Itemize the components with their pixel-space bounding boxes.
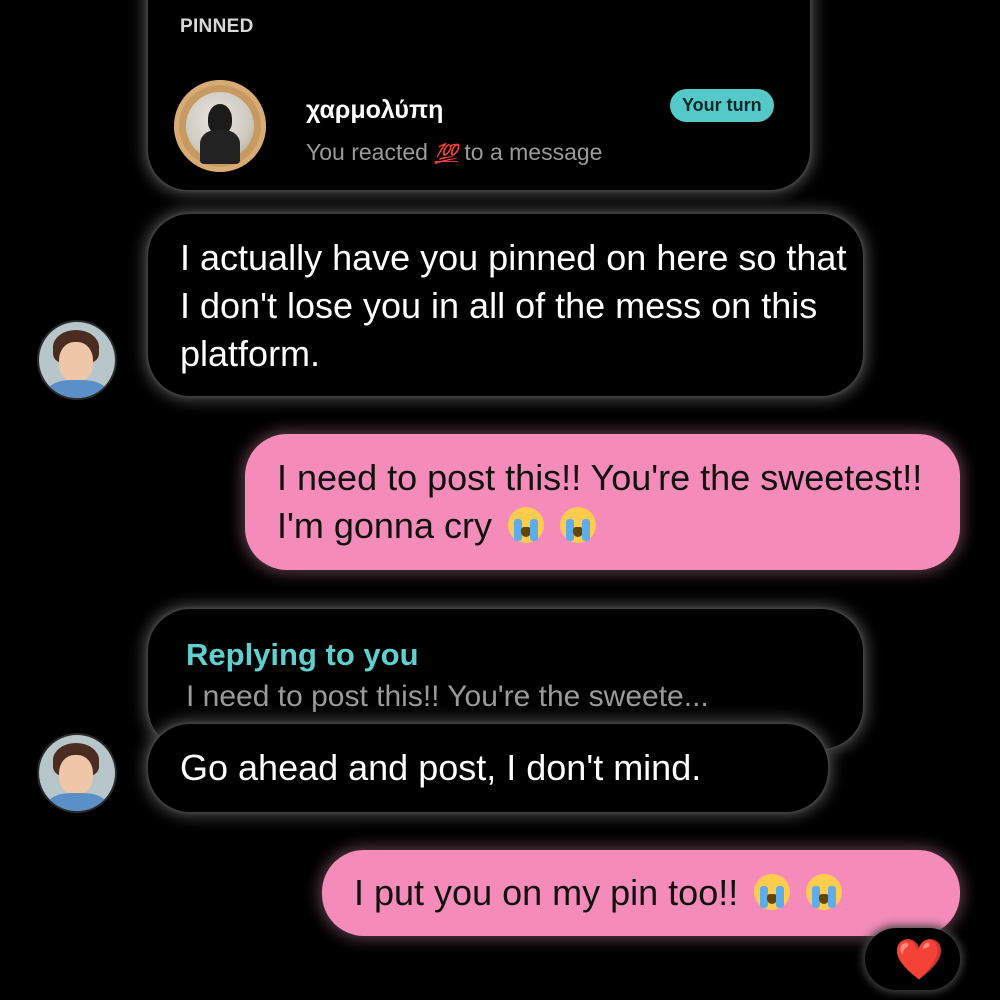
crying-face-icon (507, 507, 544, 543)
incoming-message-bubble[interactable]: I actually have you pinned on here so th… (148, 214, 863, 396)
preview-suffix: to a message (464, 139, 603, 165)
message-content: I need to post this!! You're the sweetes… (277, 454, 947, 550)
crying-face-icon (754, 874, 791, 910)
pinned-label: PINNED (180, 16, 254, 37)
message-content: I put you on my pin too!! (354, 869, 843, 917)
reply-preview-text: I need to post this!! You're the sweete.… (186, 680, 709, 713)
pinned-conversation-card[interactable]: PINNED χαρμολύπη You reacted 💯 to a mess… (148, 0, 810, 190)
pinned-contact-avatar[interactable] (174, 80, 266, 172)
pinned-last-activity: You reacted 💯 to a message (306, 139, 602, 166)
pinned-contact-name: χαρμολύπη (306, 96, 444, 124)
outgoing-message-bubble[interactable]: I need to post this!! You're the sweetes… (245, 434, 960, 570)
hundred-points-icon: 💯 (434, 144, 458, 165)
message-reaction[interactable]: ❤️ (865, 928, 960, 990)
outgoing-message-bubble[interactable]: I put you on my pin too!! (322, 850, 960, 936)
preview-prefix: You reacted (306, 139, 428, 165)
message-text: I actually have you pinned on here so th… (180, 237, 847, 374)
sender-avatar[interactable] (39, 735, 115, 811)
message-text: I need to post this!! You're the sweetes… (277, 457, 923, 546)
incoming-message-bubble[interactable]: Go ahead and post, I don't mind. (148, 724, 828, 812)
message-text: Go ahead and post, I don't mind. (180, 747, 702, 788)
heart-icon: ❤️ (894, 938, 944, 982)
crying-face-icon (560, 507, 596, 543)
reply-label: Replying to you (186, 637, 419, 672)
your-turn-badge: Your turn (670, 89, 774, 122)
sender-avatar[interactable] (39, 322, 115, 398)
message-text: I put you on my pin too!! (354, 872, 739, 913)
crying-face-icon (806, 874, 843, 910)
